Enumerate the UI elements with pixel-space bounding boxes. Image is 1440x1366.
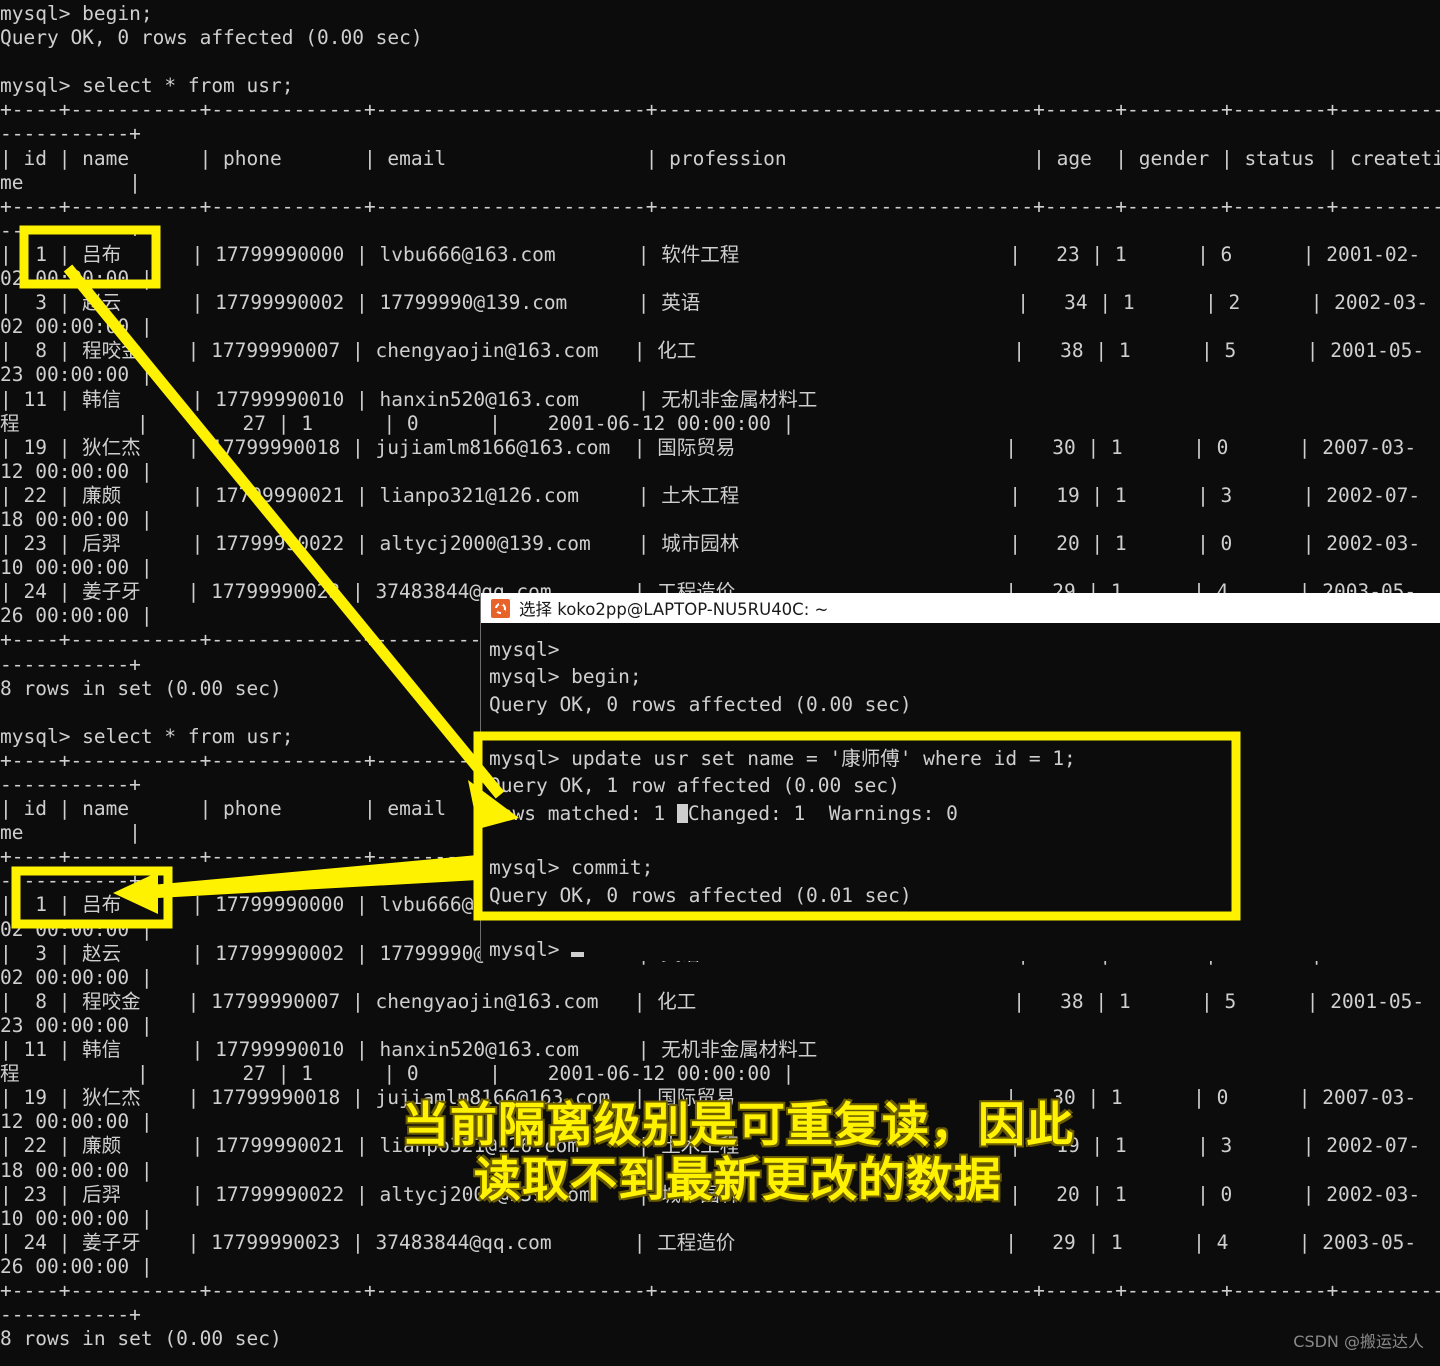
terminal-line: | 22 | 廉颇 | 17799990021 | lianpo321@126.… (0, 483, 1421, 507)
terminal-line: 02 00:00:00 | (0, 315, 153, 339)
watermark: CSDN @搬运达人 (1293, 1332, 1424, 1351)
terminal-line: | 3 | 赵云 | 17799990002 | 17799990@139.co… (0, 291, 1429, 315)
terminal-line: | 11 | 韩信 | 17799990010 | hanxin520@163.… (0, 387, 818, 411)
terminal-line: Query OK, 0 rows affected (0.00 sec) (0, 26, 423, 50)
terminal-line: 26 00:00:00 | (0, 1254, 153, 1278)
overlay-terminal-line: mysql> begin; (489, 665, 642, 689)
terminal-line: | 1 | 吕布 | 17799990000 | lvbu666@163.com… (0, 242, 1421, 266)
overlay-title-bar[interactable]: 选择 koko2pp@LAPTOP-NU5RU40C: ~ (481, 593, 1440, 623)
terminal-line: +----+-----------+-------------+--------… (0, 98, 1440, 122)
terminal-line: 02 00:00:00 | (0, 267, 153, 291)
overlay-terminal-line: mysql> (489, 638, 560, 661)
terminal-line: 23 00:00:00 | (0, 1013, 153, 1037)
annotation-line-2: 读取不到最新更改的数据 (474, 1153, 1002, 1208)
terminal-line: -----------+ (0, 122, 141, 146)
terminal-line: -----------+ (0, 218, 141, 242)
terminal-line: 程 | 27 | 1 | 0 | 2001-06-12 00:00:00 | (0, 411, 795, 435)
terminal-line: mysql> begin; (0, 2, 153, 25)
annotation-line-1: 当前隔离级别是可重复读，因此 (402, 1098, 1074, 1153)
terminal-line: +----+-----------+-------------+--------… (0, 194, 1440, 218)
terminal-line: mysql> select * from usr; (0, 74, 294, 98)
terminal-line: 12 00:00:00 | (0, 459, 153, 483)
changed-warnings-text: Changed: 1 Warnings: 0 (687, 801, 958, 825)
terminal-line: | 19 | 狄仁杰 | 17799990018 | jujiamlm8166@… (0, 435, 1417, 459)
annotation-caption: 当前隔离级别是可重复读，因此 读取不到最新更改的数据 (318, 1098, 1158, 1208)
terminal-line: | 8 | 程咬金 | 17799990007 | chengyaojin@16… (0, 339, 1425, 363)
overlay-terminal-line (489, 718, 1440, 745)
overlay-prompt-text: mysql> (489, 938, 572, 961)
terminal-line: 18 00:00:00 | (0, 507, 153, 531)
overlay-terminal-line: Query OK, 1 row affected (0.00 sec) (489, 774, 900, 798)
terminal-line: | id | name | phone | email | profession… (0, 146, 1440, 170)
rows-matched-text: Rows matched: 1 (489, 801, 677, 825)
terminal-line: | 23 | 后羿 | 17799990022 | altycj2000@139… (0, 532, 1421, 556)
overlay-terminal-line (489, 827, 1440, 854)
terminal-line: | 8 | 程咬金 | 17799990007 | chengyaojin@16… (0, 989, 1425, 1013)
terminal-line: me | (0, 170, 141, 194)
overlay-terminal-line (489, 909, 1440, 936)
overlay-terminal-line: Rows matched: 1 Changed: 1 Warnings: 0 (489, 800, 1440, 827)
overlay-console-window[interactable]: 选择 koko2pp@LAPTOP-NU5RU40C: ~ mysql> mysq… (480, 593, 1440, 961)
terminal-line: | 11 | 韩信 | 17799990010 | hanxin520@163.… (0, 1038, 818, 1062)
terminal-line: 10 00:00:00 | (0, 1206, 153, 1230)
ubuntu-icon (491, 598, 510, 618)
terminal-line: 8 rows in set (0.00 sec) (0, 1327, 282, 1351)
prompt-cursor (571, 952, 585, 958)
text-cursor (676, 803, 688, 823)
terminal-line: 10 00:00:00 | (0, 556, 153, 580)
terminal-line: +----+-----------+-------------+--------… (0, 1278, 1440, 1302)
terminal-line: -----------+ (0, 1303, 141, 1327)
overlay-terminal-line: Query OK, 0 rows affected (0.00 sec) (489, 692, 912, 716)
terminal-line: 23 00:00:00 | (0, 363, 153, 387)
overlay-terminal-line: Query OK, 0 rows affected (0.01 sec) (489, 883, 912, 907)
overlay-terminal-line: mysql> commit; (489, 856, 654, 880)
overlay-title-text: 选择 koko2pp@LAPTOP-NU5RU40C: ~ (519, 600, 829, 619)
overlay-terminal-line: mysql> update usr set name = '康师傅' where… (489, 747, 1076, 771)
terminal-line: 程 | 27 | 1 | 0 | 2001-06-12 00:00:00 | (0, 1062, 795, 1086)
overlay-terminal-body[interactable]: mysql> mysql> begin; Query OK, 0 rows affe… (481, 623, 1440, 961)
terminal-line: 02 00:00:00 | (0, 965, 153, 989)
terminal-line: | 24 | 姜子牙 | 17799990023 | 37483844@qq.c… (0, 1230, 1417, 1254)
overlay-prompt-line[interactable]: mysql> (489, 936, 1440, 961)
